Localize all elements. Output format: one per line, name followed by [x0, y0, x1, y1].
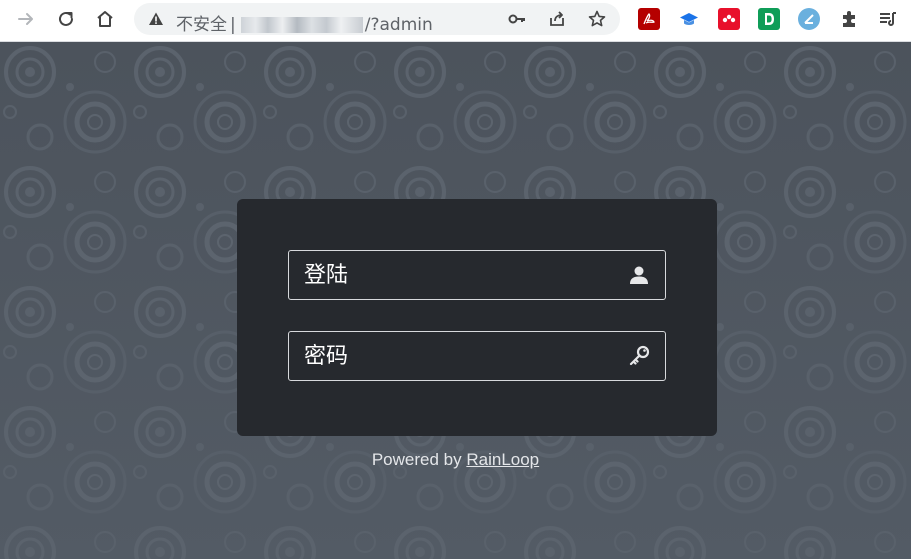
key-icon[interactable] — [507, 9, 527, 29]
star-icon[interactable] — [587, 9, 607, 29]
reload-icon — [59, 11, 73, 26]
mendeley-extension-icon[interactable] — [718, 8, 740, 30]
reading-list-icon[interactable] — [877, 8, 899, 30]
redacted-host — [240, 17, 363, 33]
forward-button[interactable] — [12, 5, 40, 33]
rainloop-link[interactable]: RainLoop — [466, 450, 539, 469]
home-button[interactable] — [91, 5, 119, 33]
graduation-extension-icon[interactable] — [678, 8, 700, 30]
warning-icon — [148, 11, 164, 32]
powered-by-text: Powered by — [371, 450, 462, 469]
password-field[interactable] — [288, 331, 666, 381]
share-icon[interactable] — [547, 9, 567, 29]
username-input[interactable] — [289, 251, 665, 299]
login-form — [237, 199, 717, 436]
pdf-extension-icon[interactable] — [638, 8, 660, 30]
arrow-right-icon — [18, 13, 33, 25]
key-icon — [627, 344, 651, 368]
puzzle-icon[interactable] — [838, 8, 860, 30]
reload-button[interactable] — [52, 5, 80, 33]
user-icon — [627, 263, 651, 287]
url-separator: | — [230, 15, 236, 35]
zotero-extension-icon[interactable] — [798, 8, 820, 30]
username-field[interactable] — [288, 250, 666, 300]
password-input[interactable] — [289, 332, 665, 380]
security-label: 不安全 — [176, 15, 227, 35]
d-extension-icon[interactable] — [758, 8, 780, 30]
address-bar[interactable]: 不安全 | /?admin — [134, 3, 620, 35]
home-icon — [97, 11, 113, 27]
powered-by: Powered by RainLoop — [0, 450, 911, 470]
browser-toolbar: 不安全 | /?admin — [0, 0, 911, 42]
url-path: /?admin — [364, 15, 433, 35]
